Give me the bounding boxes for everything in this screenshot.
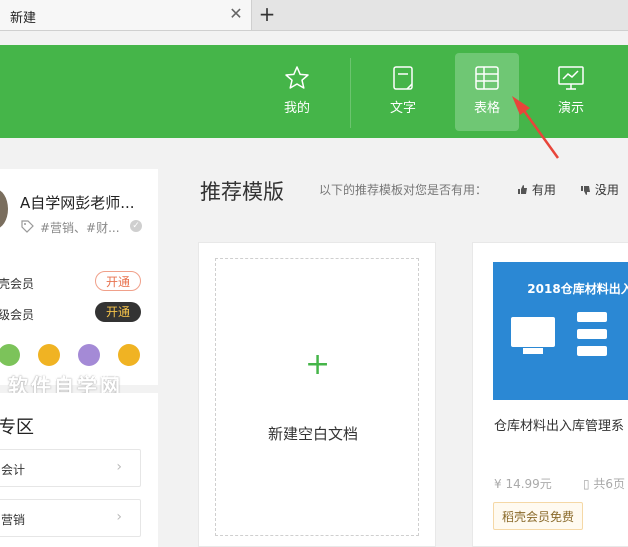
member-free-badge: 稻壳会员免费	[493, 502, 583, 530]
section-title: 推荐模版	[200, 180, 284, 204]
thumbnail-block	[577, 312, 607, 322]
thumbs-up-icon	[518, 185, 527, 194]
useless-label: 没用	[594, 183, 619, 197]
useless-button[interactable]: 没用	[580, 181, 619, 198]
tag-icon	[21, 220, 34, 233]
new-blank-label[interactable]: 新建空白文档	[268, 423, 358, 444]
feedback-question: 以下的推荐模板对您是否有用：	[319, 183, 488, 197]
yen-icon: ¥	[494, 477, 506, 491]
thumbnail-stand	[523, 348, 543, 354]
check-icon: ✓	[130, 220, 142, 232]
template-price: ¥ 14.99元	[494, 475, 552, 492]
thumbnail-block	[577, 329, 607, 339]
plus-icon[interactable]: +	[305, 350, 330, 380]
thumbs-down-icon	[581, 186, 590, 195]
activate-button[interactable]: 开通	[95, 271, 141, 291]
chevron-right-icon: ›	[116, 459, 122, 475]
activate-button[interactable]: 开通	[95, 302, 141, 322]
gold-badge-icon[interactable]	[118, 344, 140, 366]
template-thumbnail[interactable]: 2018仓库材料出入库管理	[493, 262, 628, 400]
template-pages: ▯ 共6页	[583, 475, 625, 492]
user-tags: #营销、#财...	[40, 221, 120, 235]
zone-title: 专区	[0, 417, 34, 438]
zone-item-label: 会计	[1, 463, 26, 477]
pages-value: 共6页	[593, 477, 626, 491]
user-name[interactable]: A自学网彭老师...	[20, 192, 135, 213]
page-icon: ▯	[583, 477, 594, 491]
gold-badge-icon[interactable]	[38, 344, 60, 366]
membership-label: 壳会员	[0, 277, 35, 291]
membership-label: 级会员	[0, 308, 35, 322]
watermark-url: WWW.RJZXW.COM	[40, 374, 139, 383]
zone-item-marketing[interactable]: 营销 ›	[0, 499, 141, 537]
thumbnail-monitor	[511, 317, 555, 347]
price-value: 14.99元	[505, 477, 552, 491]
thumbnail-block	[577, 346, 607, 356]
chevron-right-icon: ›	[116, 509, 122, 525]
useful-button[interactable]: 有用	[517, 181, 556, 198]
zone-item-accounting[interactable]: 会计 ›	[0, 449, 141, 487]
new-blank-dashed-area[interactable]	[215, 258, 419, 536]
purple-badge-icon[interactable]	[78, 344, 100, 366]
zone-item-label: 营销	[1, 513, 26, 527]
template-name[interactable]: 仓库材料出入库管理系	[494, 415, 624, 434]
thumbnail-title: 2018仓库材料出入库管理	[527, 282, 628, 296]
useful-label: 有用	[531, 183, 556, 197]
